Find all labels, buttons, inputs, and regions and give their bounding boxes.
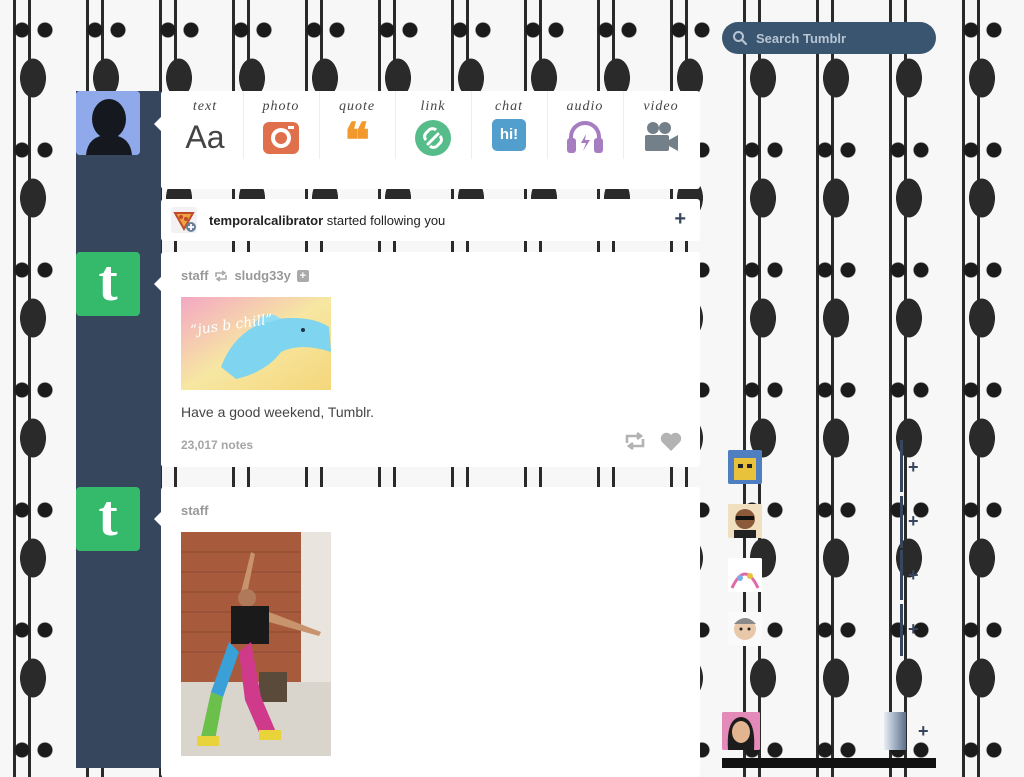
post-bar-pointer [154,117,161,131]
follow-plus-icon[interactable]: + [296,269,309,282]
sidebar-divider [900,604,903,656]
post-photo[interactable] [181,532,331,756]
user-avatar[interactable] [76,91,140,155]
search-bar[interactable] [722,22,936,54]
follow-plus-icon[interactable]: + [908,566,919,584]
follow-plus-icon[interactable]: + [918,722,929,740]
post: staff sludg33y + “jus b chill” Have a go… [161,252,700,467]
person-avatar-icon [728,504,762,538]
reblog-icon [215,269,228,282]
follow-plus-icon[interactable]: + [908,458,919,476]
post-type-link[interactable]: link [395,99,471,169]
follow-plus-icon[interactable]: + [908,512,919,530]
activity-username[interactable]: temporalcalibrator [209,213,323,228]
post: staff [161,487,700,777]
post-type-label: chat [494,99,524,114]
post-type-quote[interactable]: quote ❝ [319,99,395,169]
recommended-blog-avatar[interactable] [728,558,762,592]
text-icon: Aa [185,119,225,155]
post-type-video[interactable]: video [623,99,699,169]
sidebar-divider [900,440,903,492]
plus-icon[interactable]: + [674,209,686,229]
recommended-blog-avatar[interactable] [728,450,762,484]
dancer-image [181,532,331,756]
post-type-label: photo [262,99,300,114]
pizza-avatar-icon [173,212,196,232]
reblog-icon[interactable] [624,432,646,450]
recommended-blog-avatar[interactable] [728,612,762,646]
post-author[interactable]: staff [181,503,208,518]
post-pointer [154,277,161,291]
sidebar-footer [722,758,936,768]
post-type-label: audio [566,99,604,114]
post-type-text[interactable]: text Aa [167,99,243,169]
post-author[interactable]: staff [181,268,208,283]
new-post-bar: text Aa photo quote ❝ link chat hi! audi… [161,91,700,189]
post-type-photo[interactable]: photo [243,99,319,169]
like-heart-icon[interactable] [660,432,682,452]
drawn-face-avatar-icon [728,612,762,646]
dolphin-image: “jus b chill” [181,297,331,390]
cartoon-avatar-icon [728,450,762,484]
follow-plus-icon[interactable]: + [908,620,919,638]
recommended-blog-banner[interactable] [884,712,906,750]
dashboard-column [76,91,161,768]
post-type-chat[interactable]: chat hi! [471,99,547,169]
chat-icon: hi! [492,119,526,151]
staff-avatar[interactable]: t [76,252,140,316]
staff-avatar[interactable]: t [76,487,140,551]
tumblr-logo-icon: t [98,252,118,313]
link-icon [415,120,451,156]
video-camera-icon [645,122,678,151]
reblogged-from[interactable]: sludg33y [234,268,290,283]
post-pointer [154,512,161,526]
activity-text: temporalcalibrator started following you [209,213,445,228]
avatar-silhouette-icon [76,91,140,155]
post-type-label: video [643,99,679,114]
post-caption: Have a good weekend, Tumblr. [181,404,375,420]
search-input[interactable] [754,29,928,47]
sidebar-divider [900,550,903,600]
post-actions [624,432,682,452]
activity-notification: temporalcalibrator started following you… [161,199,700,241]
recommended-blog-avatar[interactable] [728,504,762,538]
post-type-audio[interactable]: audio [547,99,623,169]
follower-avatar[interactable] [171,207,197,233]
post-header: staff sludg33y + [181,268,309,283]
quote-icon: ❝ [344,113,370,169]
notes-count[interactable]: 23,017 notes [181,438,253,452]
post-photo[interactable]: “jus b chill” [181,297,331,390]
illustration-avatar-icon [728,558,762,592]
headphones-icon [567,121,603,153]
activity-message: started following you [323,212,446,228]
tumblr-logo-icon: t [98,487,118,548]
post-header: staff [181,503,208,518]
post-type-label: text [192,99,218,114]
camera-icon [263,122,299,154]
portrait-avatar-icon [722,712,760,750]
post-type-label: link [420,99,446,114]
search-icon [733,31,748,46]
sidebar-divider [900,496,903,548]
recommended-blog-avatar[interactable] [722,712,760,750]
